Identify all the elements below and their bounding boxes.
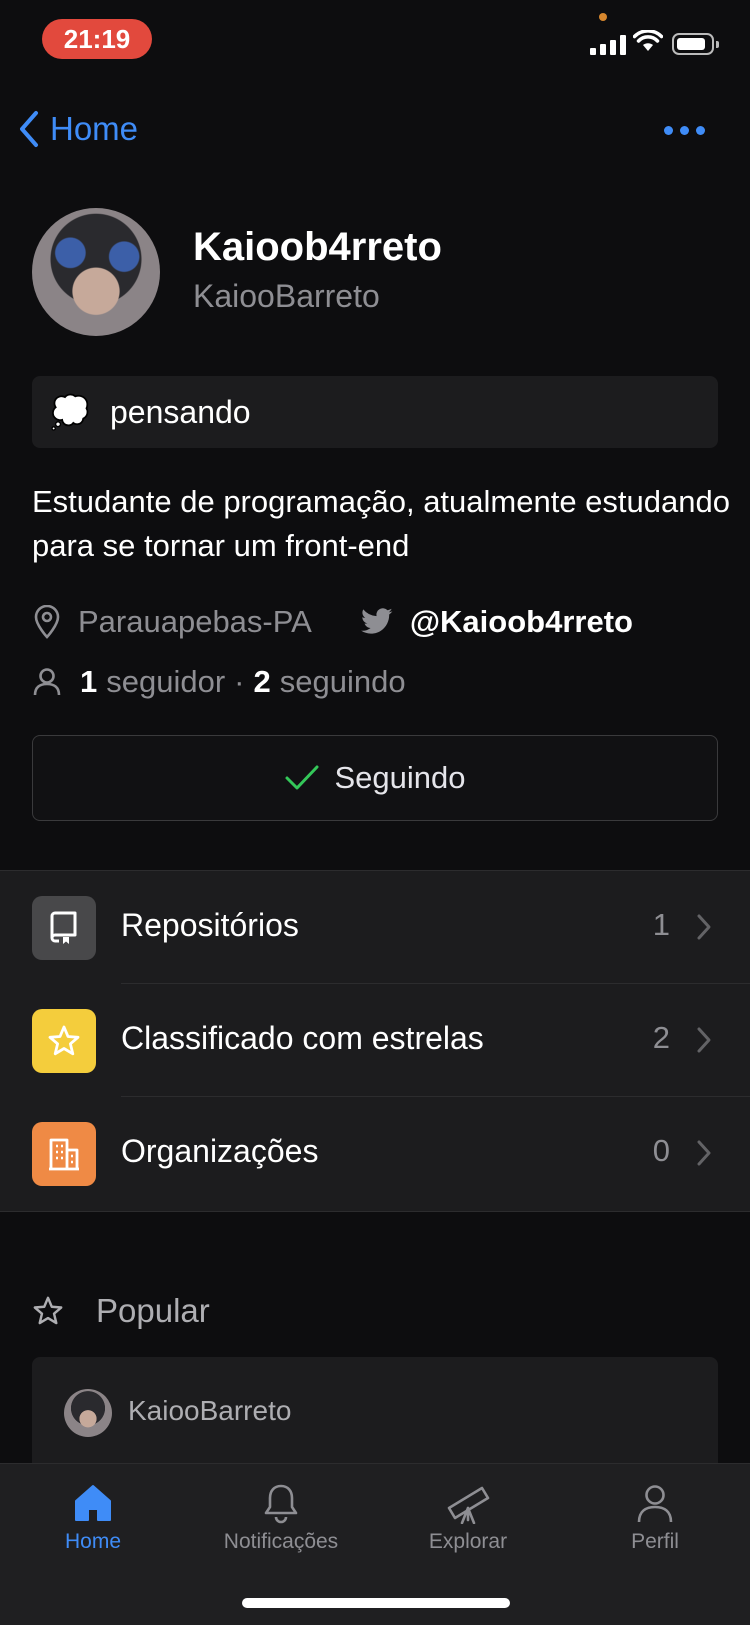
battery-icon	[672, 33, 719, 55]
tab-label: Home	[64, 1530, 122, 1553]
wifi-icon	[633, 30, 663, 51]
telescope-icon	[447, 1486, 490, 1524]
person-icon	[33, 668, 61, 696]
profile-display-name: Kaioob4rreto	[193, 225, 442, 269]
repo-owner: KaiooBarreto	[128, 1395, 292, 1426]
cellular-signal-icon	[590, 35, 626, 55]
follow-counts-row[interactable]: 1 seguidor · 2 seguindo	[32, 664, 406, 700]
user-status[interactable]: 💭 pensando	[32, 376, 718, 448]
status-text: pensando	[110, 393, 251, 430]
chevron-right-icon	[697, 1027, 711, 1053]
following-button-label: Seguindo	[334, 760, 466, 795]
chevron-left-icon	[20, 111, 38, 147]
following-button[interactable]: Seguindo	[32, 735, 718, 821]
privacy-indicator	[599, 13, 607, 21]
tab-home[interactable]: Home	[8, 1482, 178, 1554]
more-options-button[interactable]	[664, 126, 705, 135]
tab-profile[interactable]: Perfil	[570, 1482, 740, 1554]
location-pin-icon	[34, 605, 60, 639]
list-item-label: Repositórios	[121, 907, 299, 943]
dot-separator: ·	[234, 664, 245, 699]
tab-label: Explorar	[428, 1530, 508, 1553]
back-button[interactable]: Home	[18, 110, 138, 148]
tab-label: Perfil	[631, 1530, 679, 1553]
list-item-starred[interactable]: Classificado com estrelas 2	[0, 984, 750, 1097]
status-time: 21:19	[42, 19, 152, 59]
building-icon	[32, 1122, 96, 1186]
following-label: seguindo	[279, 664, 406, 699]
repo-icon	[32, 896, 96, 960]
owner-avatar	[64, 1389, 112, 1437]
tab-label: Notificações	[223, 1530, 339, 1553]
checkmark-icon	[285, 765, 319, 790]
star-outline-icon	[33, 1296, 63, 1325]
twitter-handle[interactable]: @Kaioob4rreto	[410, 604, 633, 640]
home-indicator	[242, 1598, 510, 1608]
more-dots-icon	[664, 126, 673, 135]
person-icon	[637, 1485, 673, 1523]
list-item-count: 1	[652, 907, 670, 942]
followers-label: seguidor	[106, 664, 226, 699]
back-label: Home	[50, 110, 139, 147]
profile-bio: Estudante de programação, atualmente est…	[32, 484, 730, 563]
chevron-right-icon	[697, 1140, 711, 1166]
list-item-label: Organizações	[121, 1133, 319, 1169]
following-count: 2	[253, 664, 271, 699]
popular-section-header: Popular	[32, 1292, 210, 1330]
star-icon	[32, 1009, 96, 1073]
list-item-count: 0	[652, 1133, 670, 1168]
home-icon	[75, 1485, 111, 1521]
chevron-right-icon	[697, 914, 711, 940]
thought-bubble-icon: 💭	[50, 394, 90, 430]
list-item-label: Classificado com estrelas	[121, 1020, 484, 1056]
profile-username: KaiooBarreto	[193, 278, 380, 314]
location-text: Parauapebas-PA	[78, 604, 312, 639]
tab-notifications[interactable]: Notificações	[196, 1482, 366, 1554]
list-item-count: 2	[652, 1020, 670, 1055]
twitter-icon	[360, 608, 393, 634]
tab-explore[interactable]: Explorar	[383, 1482, 553, 1554]
popular-title: Popular	[96, 1292, 210, 1329]
list-item-organizations[interactable]: Organizações 0	[0, 1097, 750, 1210]
profile-sections-list: Repositórios 1 Classificado com estrelas…	[0, 870, 750, 1212]
profile-avatar[interactable]	[32, 208, 160, 336]
bell-icon	[264, 1484, 298, 1524]
location-twitter-row: Parauapebas-PA @Kaioob4rreto	[32, 604, 633, 640]
list-item-repositories[interactable]: Repositórios 1	[0, 871, 750, 984]
followers-count: 1	[80, 664, 98, 699]
